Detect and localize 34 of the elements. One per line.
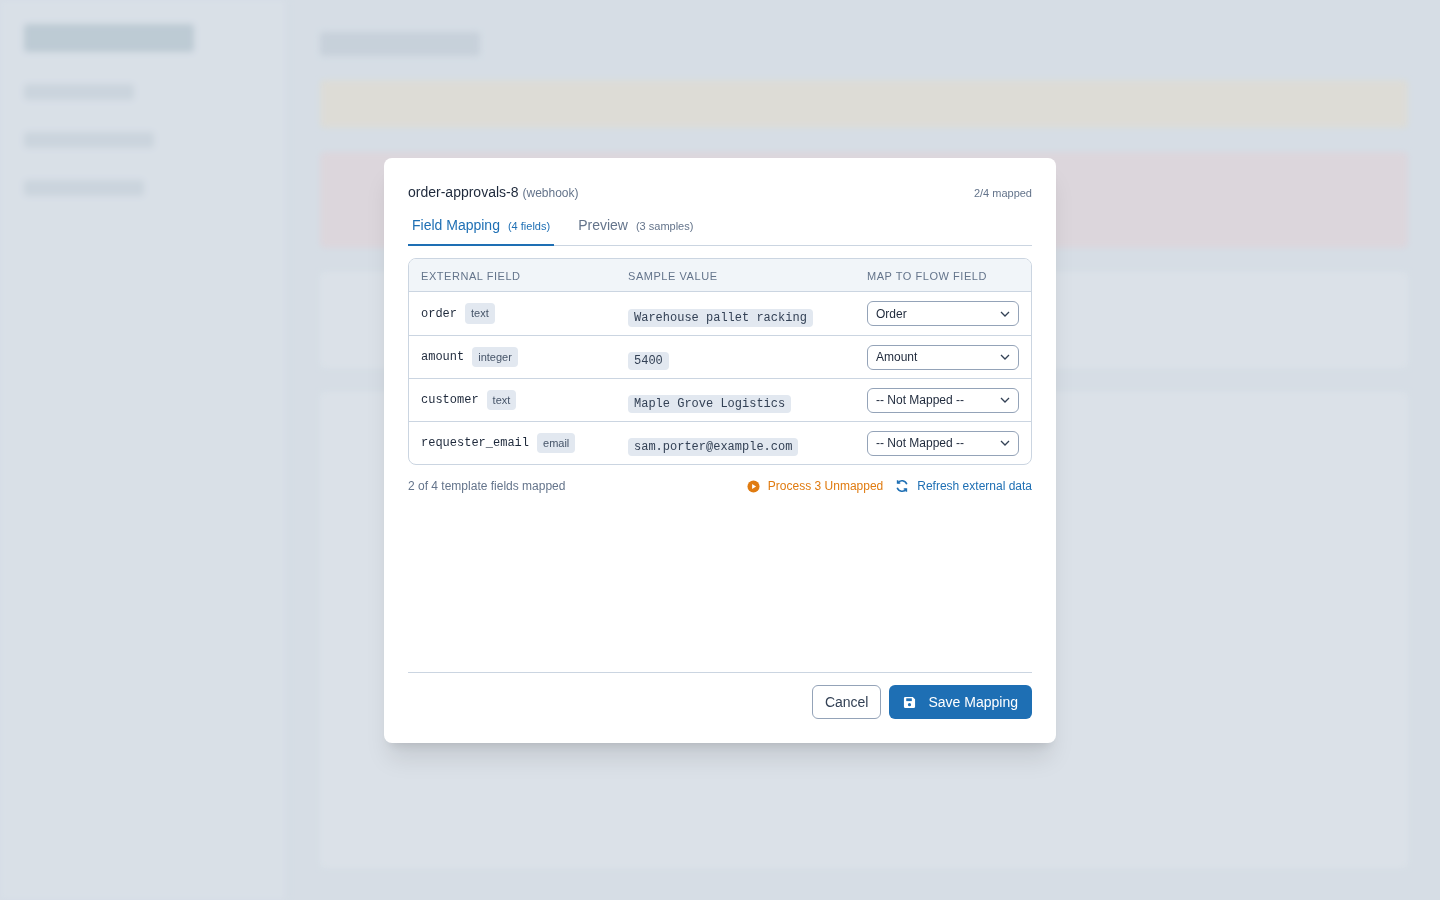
sample-value: Maple Grove Logistics (628, 395, 792, 413)
chevron-down-icon (1000, 310, 1010, 317)
play-icon (746, 479, 760, 493)
type-tag: integer (472, 346, 518, 368)
field-name: requester_email (421, 435, 530, 452)
tab[interactable]: Preview (3 samples) (574, 215, 698, 246)
chevron-down-icon (1000, 397, 1010, 403)
tab[interactable]: Field Mapping (4 fields) (408, 215, 555, 246)
mapping-dropdown[interactable]: -- Not Mapped -- (867, 387, 1019, 413)
refresh-icon (895, 479, 910, 493)
mapping-dropdown[interactable]: Amount (867, 344, 1019, 370)
sample-value: 5400 (628, 352, 669, 370)
mapping-dropdown[interactable]: -- Not Mapped -- (867, 430, 1019, 456)
mapped-count: 2/4 mapped (973, 186, 1032, 201)
chevron-down-icon (1000, 440, 1010, 446)
dialog-title: order-approvals-8 (408, 183, 519, 202)
column-header: SAMPLE VALUE (628, 270, 718, 282)
save-button[interactable]: Save Mapping (889, 685, 1032, 719)
mapping-dropdown[interactable]: Order (867, 301, 1019, 326)
chevron-down-icon (1000, 354, 1010, 360)
type-tag: email (537, 432, 576, 454)
field-name: order (421, 305, 457, 323)
cancel-button[interactable]: Cancel (811, 685, 882, 719)
column-header: EXTERNAL FIELD (421, 270, 521, 282)
sample-value: Warehouse pallet racking (628, 308, 813, 327)
mapped-status-text: 2 of 4 template fields mapped (408, 478, 566, 495)
field-name: amount (421, 349, 465, 366)
type-tag: text (486, 389, 517, 411)
sample-value: sam.porter@example.com (628, 438, 799, 456)
refresh-link[interactable]: Refresh external data (895, 477, 1032, 495)
source-type: (webhook) (522, 185, 579, 202)
type-tag: text (465, 303, 495, 324)
field-name: customer (421, 392, 479, 409)
column-header: MAP TO FLOW FIELD (867, 270, 987, 282)
